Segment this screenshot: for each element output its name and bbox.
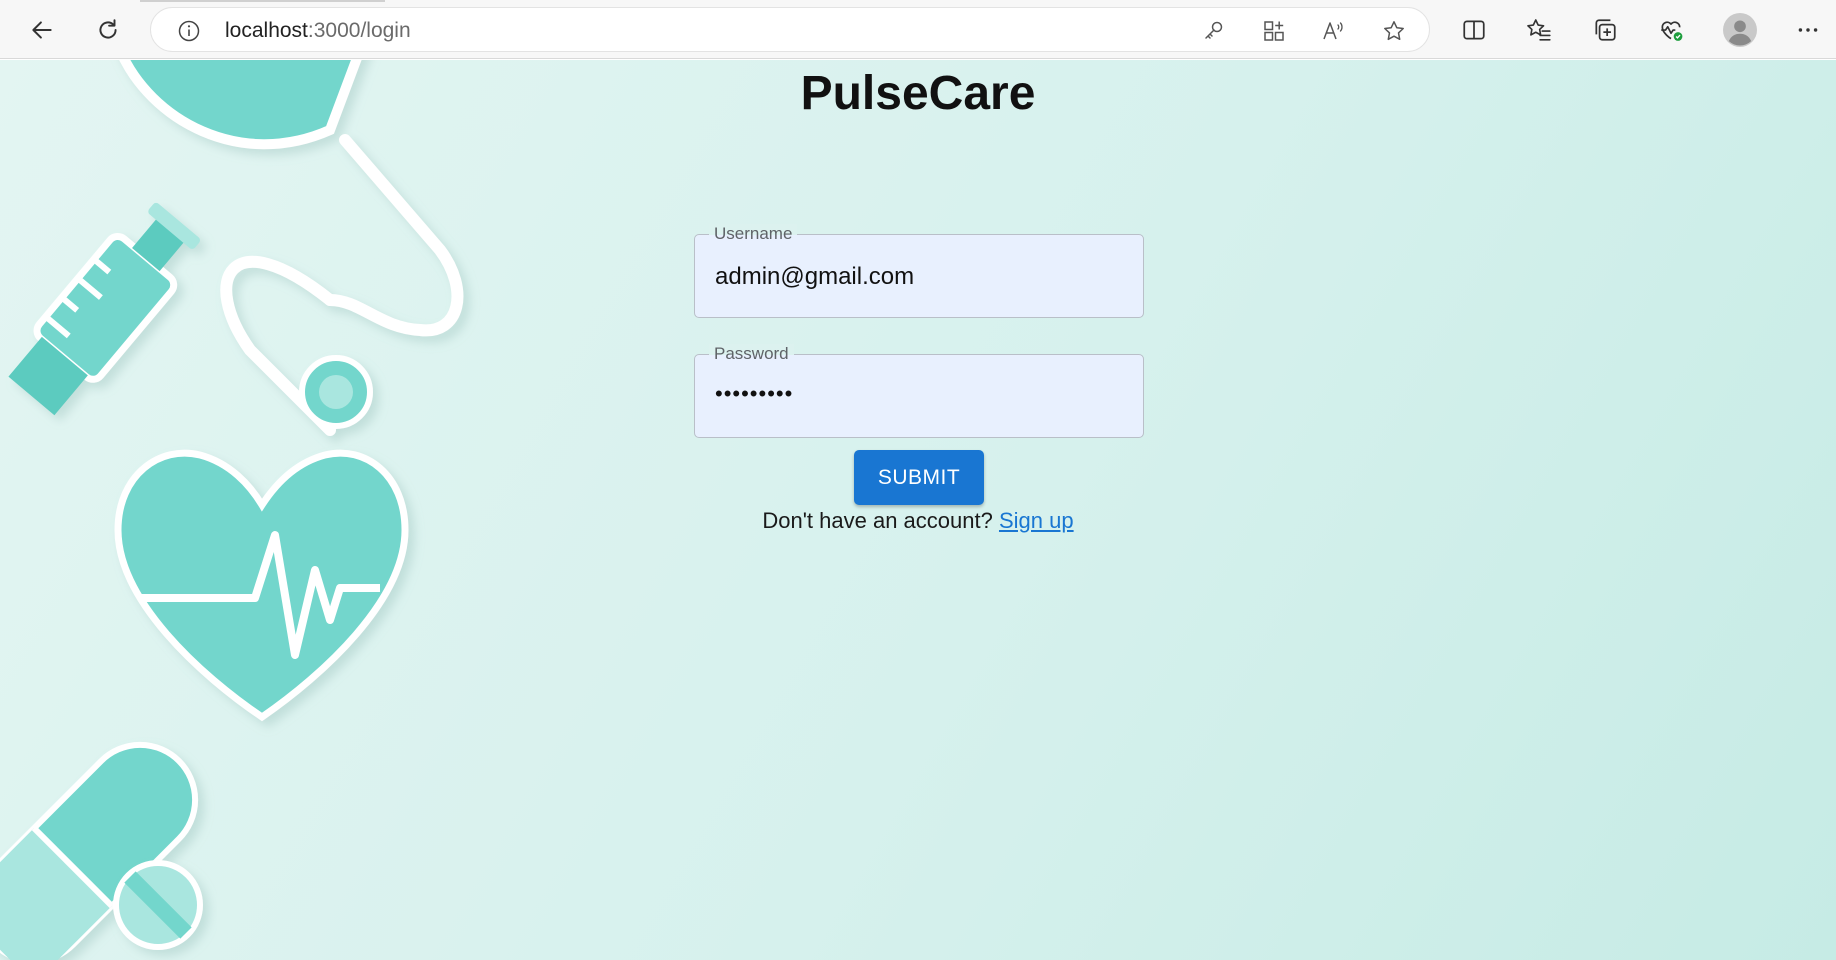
- url-text[interactable]: localhost:3000/login: [225, 19, 411, 43]
- back-arrow-icon: [32, 21, 52, 39]
- info-icon[interactable]: [177, 19, 201, 43]
- star-icon[interactable]: [1381, 18, 1407, 44]
- split-screen-button[interactable]: [1454, 10, 1494, 50]
- password-input[interactable]: •••••••••: [715, 381, 793, 407]
- collections-button[interactable]: [1585, 10, 1625, 50]
- syringe-icon: [8, 202, 200, 416]
- username-input[interactable]: admin@gmail.com: [715, 263, 914, 291]
- profile-avatar-icon: [1723, 13, 1757, 47]
- signup-prompt: Don't have an account? Sign up: [0, 508, 1836, 534]
- heart-icon: [114, 449, 409, 722]
- apps-icon[interactable]: [1261, 18, 1287, 44]
- address-bar[interactable]: localhost:3000/login: [150, 7, 1430, 52]
- more-options-icon: [1798, 28, 1818, 32]
- split-screen-icon: [1463, 20, 1485, 40]
- favorites-button[interactable]: [1519, 10, 1559, 50]
- browser-essentials-button[interactable]: [1651, 10, 1691, 50]
- app-title: PulseCare: [800, 67, 1036, 120]
- active-tab-edge: [140, 0, 385, 2]
- signup-link[interactable]: Sign up: [999, 508, 1074, 533]
- username-field[interactable]: Username admin@gmail.com: [694, 224, 1144, 318]
- pill-icon: [113, 860, 203, 950]
- browser-toolbar: localhost:3000/login: [0, 0, 1836, 59]
- profile-button[interactable]: [1720, 10, 1760, 50]
- url-host: localhost: [225, 19, 308, 42]
- collections-icon: [1595, 19, 1616, 41]
- password-field[interactable]: Password •••••••••: [694, 344, 1144, 438]
- url-path: :3000/login: [307, 19, 411, 42]
- read-aloud-icon[interactable]: [1321, 18, 1347, 44]
- more-options-button[interactable]: [1788, 10, 1828, 50]
- password-label: Password: [709, 344, 794, 364]
- signup-prompt-text: Don't have an account?: [762, 508, 993, 533]
- refresh-icon: [99, 19, 117, 39]
- username-label: Username: [709, 224, 798, 244]
- refresh-button[interactable]: [88, 10, 128, 50]
- browser-essentials-icon: [1661, 21, 1683, 41]
- login-page: PulseCare Username admin@gmail.com Passw…: [0, 60, 1836, 960]
- back-button[interactable]: [22, 10, 62, 50]
- favorites-list-icon: [1527, 19, 1551, 41]
- key-icon[interactable]: [1201, 18, 1227, 44]
- submit-button[interactable]: SUBMIT: [854, 450, 984, 505]
